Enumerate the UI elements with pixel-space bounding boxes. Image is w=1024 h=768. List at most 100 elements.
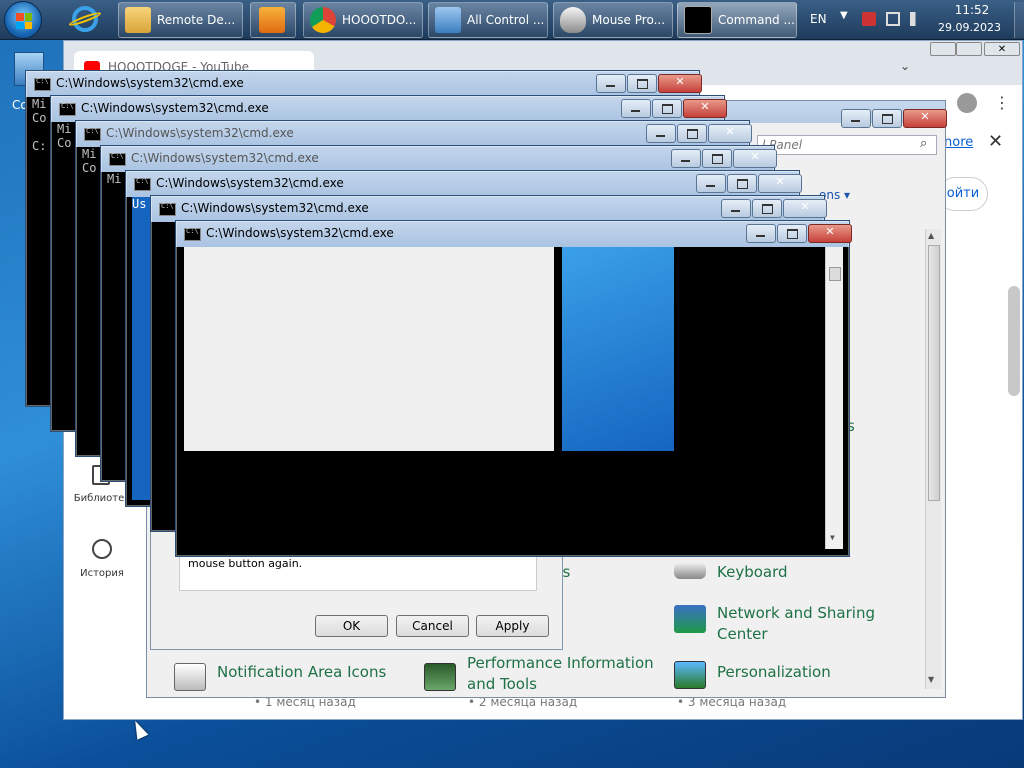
cmd-icon xyxy=(34,77,51,91)
cmd-title: C:\Windows\system32\cmd.exe xyxy=(56,76,244,90)
cp-search-input[interactable]: l Panel ⌕ xyxy=(757,135,937,155)
language-indicator[interactable]: EN xyxy=(810,12,827,26)
cmd-icon xyxy=(109,152,126,166)
cmd-minimize-button[interactable] xyxy=(646,124,676,143)
browser-menu-icon[interactable]: ⋮ xyxy=(994,93,1010,112)
cp-item-performance[interactable]: Performance Information and Tools xyxy=(467,653,657,695)
scroll-down-icon: ▼ xyxy=(928,675,935,684)
network-sharing-icon xyxy=(674,605,706,633)
cancel-button[interactable]: Cancel xyxy=(396,615,469,637)
browser-minimize-button[interactable] xyxy=(930,42,956,56)
history-icon xyxy=(92,539,112,559)
taskbar: Remote De... HOOOTDO... All Control ... … xyxy=(0,0,1024,40)
taskbar-mouse-properties[interactable]: Mouse Pro... xyxy=(553,2,673,38)
network-icon[interactable] xyxy=(886,12,900,26)
stale-wallpaper-area xyxy=(562,247,674,451)
taskbar-control-panel[interactable]: All Control ... xyxy=(428,2,548,38)
cp-item-network-sharing[interactable]: Network and Sharing Center xyxy=(717,603,887,645)
cmd-minimize-button[interactable] xyxy=(746,224,776,243)
dismiss-close-icon[interactable]: ✕ xyxy=(988,131,1003,152)
taskbar-chrome[interactable]: HOOOTDO... xyxy=(303,2,423,38)
cmd-maximize-button[interactable] xyxy=(777,224,807,243)
apply-button[interactable]: Apply xyxy=(476,615,549,637)
cmd-icon xyxy=(134,177,151,191)
tab-search-chevron-icon[interactable]: ⌄ xyxy=(900,59,910,73)
mouse-icon xyxy=(560,7,586,33)
scroll-up-icon: ▲ xyxy=(928,231,935,240)
cmd-close-button[interactable] xyxy=(683,99,727,118)
cp-item-keyboard[interactable]: Keyboard xyxy=(717,563,788,581)
sidebar-library-label[interactable]: Библиотек xyxy=(72,493,132,504)
scroll-down-icon: ▼ xyxy=(830,533,835,542)
clock-time[interactable]: 11:52 xyxy=(950,3,994,17)
cmd-title: C:\Windows\system32\cmd.exe xyxy=(106,126,294,140)
taskbar-remote-desktop[interactable]: Remote De... xyxy=(118,2,243,38)
windows-logo-icon xyxy=(16,13,32,29)
mouse-cursor-icon xyxy=(129,718,149,740)
cp-scrollbar[interactable]: ▲ ▼ xyxy=(925,229,941,689)
cmd-maximize-button[interactable] xyxy=(752,199,782,218)
cmd-icon xyxy=(159,202,176,216)
mouse-dialog-text: mouse button again. xyxy=(188,557,303,570)
cmd-title: C:\Windows\system32\cmd.exe xyxy=(181,201,369,215)
browser-scrollbar-thumb[interactable] xyxy=(1008,286,1020,396)
action-center-icon[interactable] xyxy=(862,12,876,26)
stale-repaint-area xyxy=(184,247,554,451)
cmd-icon xyxy=(184,227,201,241)
taskbar-command-prompt[interactable]: Command ... xyxy=(677,2,797,38)
profile-avatar-icon[interactable] xyxy=(957,93,977,113)
clock-date[interactable]: 29.09.2023 xyxy=(938,21,1001,34)
cmd-maximize-button[interactable] xyxy=(702,149,732,168)
cmd-scrollbar-thumb xyxy=(829,267,841,281)
cp-scrollbar-thumb xyxy=(928,245,940,501)
show-hidden-icons-icon[interactable]: ▼ xyxy=(840,10,848,21)
sidebar-history-label[interactable]: История xyxy=(72,568,132,579)
cmd-maximize-button[interactable] xyxy=(677,124,707,143)
internet-explorer-icon[interactable] xyxy=(64,2,106,38)
media-player-icon xyxy=(259,7,285,33)
start-button[interactable] xyxy=(4,1,42,39)
folder-icon xyxy=(125,7,151,33)
cmd-title: C:\Windows\system32\cmd.exe xyxy=(81,101,269,115)
cmd-title: C:\Windows\system32\cmd.exe xyxy=(131,151,319,165)
cmd-title: C:\Windows\system32\cmd.exe xyxy=(206,226,394,240)
cmd-minimize-button[interactable] xyxy=(596,74,626,93)
cmd-maximize-button[interactable] xyxy=(727,174,757,193)
browser-maximize-button[interactable] xyxy=(956,42,982,56)
cmd-output[interactable]: ▼ xyxy=(182,247,843,550)
cmd-title: C:\Windows\system32\cmd.exe xyxy=(156,176,344,190)
chrome-icon xyxy=(310,7,336,33)
show-desktop-button[interactable] xyxy=(1014,2,1024,38)
cp-close-button[interactable] xyxy=(903,109,947,128)
control-panel-icon xyxy=(435,7,461,33)
performance-icon xyxy=(424,663,456,691)
cmd-window[interactable]: C:\Windows\system32\cmd.exe ▼ xyxy=(175,220,852,557)
cmd-icon xyxy=(684,6,712,34)
search-icon: ⌕ xyxy=(920,136,928,151)
taskbar-media-player[interactable] xyxy=(250,2,296,38)
cmd-scrollbar[interactable]: ▼ xyxy=(825,247,843,549)
learn-more-link[interactable]: nore xyxy=(944,135,973,150)
browser-close-button[interactable]: ✕ xyxy=(984,42,1020,56)
cmd-icon xyxy=(59,102,76,116)
cmd-close-button[interactable] xyxy=(808,224,852,243)
cmd-close-button[interactable] xyxy=(733,149,777,168)
cmd-minimize-button[interactable] xyxy=(696,174,726,193)
cmd-close-button[interactable] xyxy=(783,199,827,218)
cmd-minimize-button[interactable] xyxy=(721,199,751,218)
cmd-close-button[interactable] xyxy=(708,124,752,143)
notification-area-icon xyxy=(174,663,206,691)
cmd-maximize-button[interactable] xyxy=(627,74,657,93)
ok-button[interactable]: OK xyxy=(315,615,388,637)
cmd-minimize-button[interactable] xyxy=(621,99,651,118)
cp-maximize-button[interactable] xyxy=(872,109,902,128)
cmd-minimize-button[interactable] xyxy=(671,149,701,168)
cmd-maximize-button[interactable] xyxy=(652,99,682,118)
keyboard-icon xyxy=(674,563,706,579)
cp-item-notification-area[interactable]: Notification Area Icons xyxy=(217,663,386,681)
cmd-close-button[interactable] xyxy=(658,74,702,93)
cmd-close-button[interactable] xyxy=(758,174,802,193)
volume-muted-icon[interactable] xyxy=(910,12,924,26)
cp-item-personalization[interactable]: Personalization xyxy=(717,663,831,681)
cp-minimize-button[interactable] xyxy=(841,109,871,128)
